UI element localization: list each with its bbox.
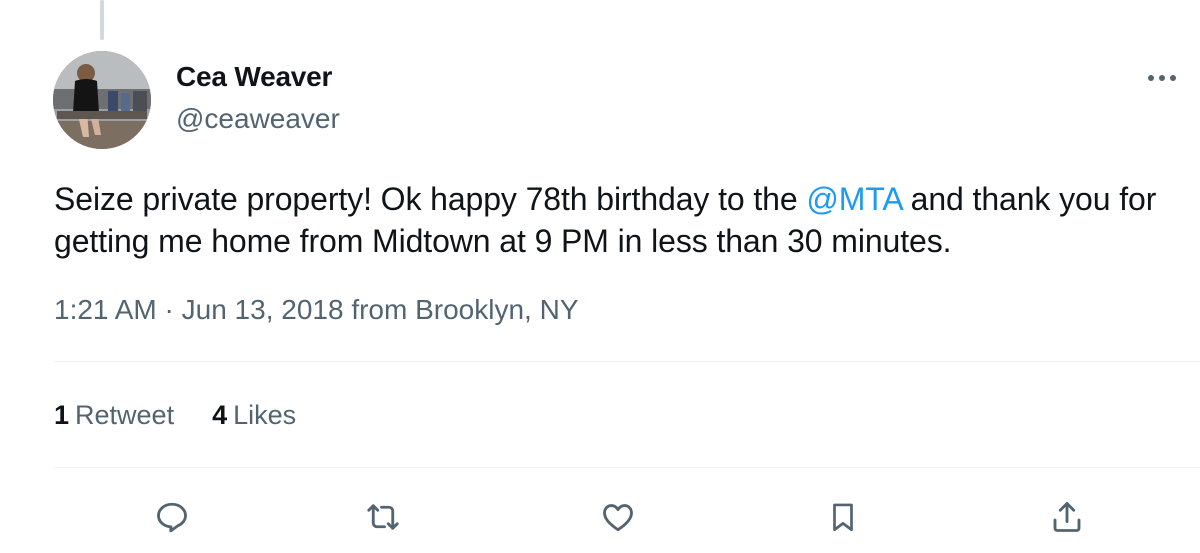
engagement-stats: 1 Retweet 4 Likes [54, 398, 296, 432]
likes-stat[interactable]: 4 Likes [212, 398, 296, 432]
avatar-image [53, 51, 151, 149]
author-display-name[interactable]: Cea Weaver [176, 60, 340, 94]
share-icon [1053, 502, 1081, 532]
bookmark-button[interactable] [818, 492, 868, 542]
action-bar [0, 492, 1200, 542]
like-icon [603, 504, 633, 532]
retweets-count: 1 [54, 400, 70, 430]
tweet-metadata: 1:21 AM · Jun 13, 2018 from Brooklyn, NY [54, 292, 579, 328]
reply-button[interactable] [147, 492, 197, 542]
avatar[interactable] [53, 51, 151, 149]
tweet-text-part1: Seize private property! Ok happy 78th bi… [54, 181, 807, 217]
bookmark-icon [833, 503, 853, 532]
retweets-label: Retweet [75, 400, 175, 430]
more-dots-icon [1148, 75, 1176, 81]
likes-count: 4 [212, 400, 228, 430]
retweets-stat[interactable]: 1 Retweet [54, 398, 174, 432]
thread-connector-line [100, 0, 104, 40]
tweet-date[interactable]: Jun 13, 2018 [182, 294, 344, 325]
tweet-text: Seize private property! Ok happy 78th bi… [54, 178, 1174, 262]
likes-label: Likes [233, 400, 297, 430]
tweet-location[interactable]: Brooklyn, NY [415, 294, 578, 325]
reply-icon [157, 502, 187, 533]
tweet-time[interactable]: 1:21 AM [54, 294, 157, 325]
more-options-button[interactable] [1140, 62, 1184, 94]
retweet-icon [367, 504, 399, 530]
share-button[interactable] [1042, 492, 1092, 542]
mention-link[interactable]: @MTA [806, 181, 902, 217]
author-handle[interactable]: @ceaweaver [176, 102, 340, 136]
tweet-detail: Cea Weaver @ceaweaver Seize private prop… [0, 0, 1200, 553]
divider-top [54, 361, 1200, 362]
divider-bottom [54, 467, 1200, 468]
from-prefix: from [343, 294, 416, 325]
retweet-button[interactable] [358, 492, 408, 542]
author-info[interactable]: Cea Weaver @ceaweaver [176, 60, 340, 136]
meta-separator: · [156, 294, 182, 325]
like-button[interactable] [593, 492, 643, 542]
